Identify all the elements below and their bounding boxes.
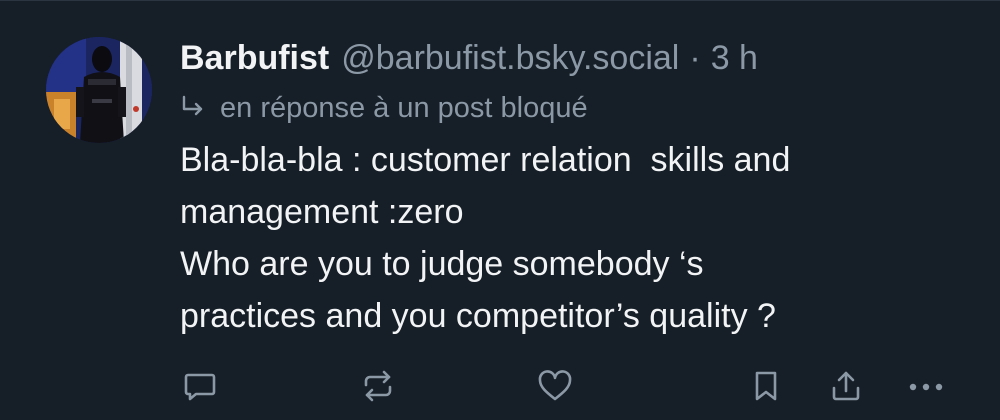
like-button[interactable] bbox=[535, 366, 575, 406]
post-text-line: Who are you to judge somebody ‘s bbox=[180, 245, 704, 283]
action-bar bbox=[0, 366, 1000, 406]
more-options-icon bbox=[909, 383, 943, 391]
more-options-button[interactable] bbox=[906, 366, 946, 406]
bookmark-button[interactable] bbox=[746, 366, 786, 406]
header-separator: · bbox=[689, 39, 701, 77]
avatar[interactable] bbox=[46, 37, 152, 143]
reply-button[interactable] bbox=[180, 366, 220, 406]
share-button[interactable] bbox=[826, 366, 866, 406]
reply-arrow-icon bbox=[182, 95, 203, 116]
heart-icon bbox=[538, 370, 572, 401]
post-text-line: practices and you competitor’s quality ? bbox=[180, 297, 776, 335]
post-text-line: Bla-bla-bla : customer relation skills a… bbox=[180, 141, 791, 179]
share-icon bbox=[832, 371, 860, 401]
repost-button[interactable] bbox=[358, 366, 398, 406]
author-handle[interactable]: @barbufist.bsky.social bbox=[341, 36, 679, 80]
avatar-image bbox=[46, 37, 152, 143]
post-body: Bla-bla-bla : customer relation skills a… bbox=[180, 134, 980, 342]
post-card[interactable]: Barbufist @barbufist.bsky.social · 3 h e… bbox=[0, 0, 1000, 420]
top-divider bbox=[0, 0, 1000, 1]
post-content: Barbufist @barbufist.bsky.social · 3 h e… bbox=[180, 36, 980, 342]
post-header: Barbufist @barbufist.bsky.social · 3 h bbox=[180, 36, 980, 80]
post-text-line: management :zero bbox=[180, 193, 464, 231]
author-display-name[interactable]: Barbufist bbox=[180, 36, 329, 80]
reply-context[interactable]: en réponse à un post bloqué bbox=[180, 90, 980, 126]
reply-context-text: en réponse à un post bloqué bbox=[220, 91, 588, 124]
speech-bubble-icon bbox=[184, 373, 216, 401]
post-timestamp[interactable]: 3 h bbox=[711, 36, 758, 80]
bookmark-icon bbox=[755, 371, 777, 401]
repost-icon bbox=[364, 370, 392, 402]
